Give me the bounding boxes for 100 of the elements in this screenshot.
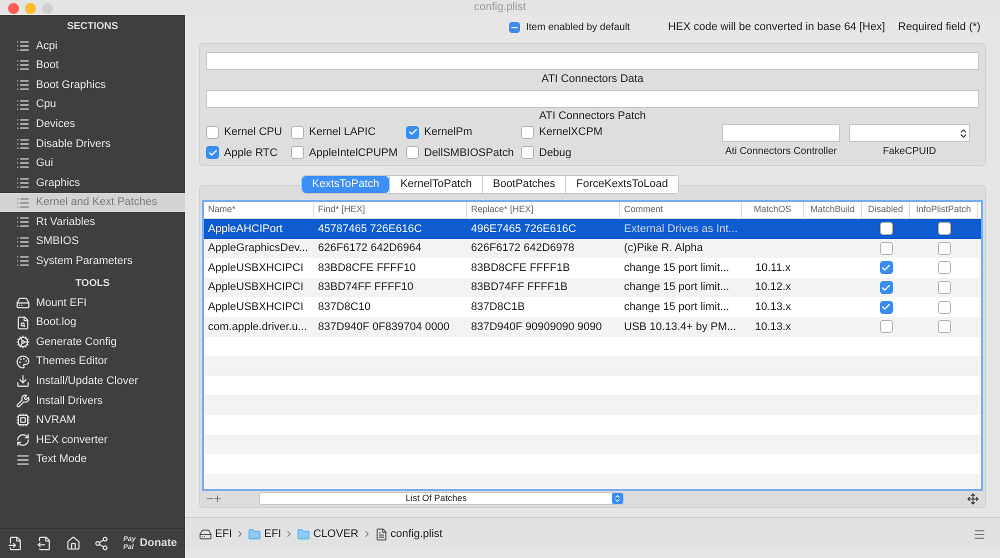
checkbox[interactable]	[521, 146, 534, 160]
required-note: Required field (*)	[898, 20, 981, 36]
sidebar-tool-item[interactable]: Generate Config	[0, 332, 185, 352]
sidebar-item[interactable]: SMBIOS	[0, 232, 185, 252]
table-cell: change 15 port limit...	[624, 281, 730, 294]
table-cell: 496E7465 726E616C	[471, 222, 576, 235]
import-icon[interactable]	[8, 536, 23, 551]
table-cell: change 15 port limit...	[624, 300, 730, 313]
sidebar-item[interactable]: Disable Drivers	[0, 134, 185, 154]
path-item[interactable]: CLOVER	[297, 526, 358, 542]
share-icon[interactable]	[94, 536, 110, 551]
list-icon	[16, 176, 30, 190]
list-icon	[16, 58, 30, 72]
checkbox[interactable]	[521, 126, 534, 139]
option-label: KernelXCPM	[539, 125, 603, 140]
table-cell: 83BD8CFE FFFF10	[318, 262, 416, 274]
ati-patch-field[interactable]	[206, 90, 979, 108]
folder-icon	[248, 528, 262, 540]
sidebar-tool-item[interactable]: Text Mode	[0, 450, 185, 470]
sidebar-item[interactable]: Gui	[0, 154, 185, 174]
checkbox[interactable]	[291, 126, 304, 139]
sidebar-item[interactable]: Devices	[0, 114, 185, 134]
sidebar-tool-item[interactable]: Themes Editor	[0, 352, 185, 372]
column-header[interactable]: Replace* [HEX]	[467, 202, 620, 218]
file-icon	[374, 528, 388, 540]
path-item[interactable]: EFI	[248, 526, 282, 542]
table-cell: com.apple.driver.u...	[208, 320, 308, 333]
column-header[interactable]: Comment	[620, 202, 742, 218]
list-icon	[16, 156, 30, 170]
checkbox[interactable]	[406, 126, 419, 139]
column-header[interactable]: MatchOS	[742, 202, 804, 218]
sidebar-item[interactable]: Rt Variables	[0, 212, 185, 232]
tools-icon	[16, 394, 30, 408]
info-plist-patch-checkbox[interactable]	[938, 320, 950, 334]
list-icon	[16, 98, 30, 112]
home-icon[interactable]	[66, 536, 80, 551]
table-cell: 45787465 726E616C	[318, 222, 422, 235]
sidebar-item[interactable]: Cpu	[0, 94, 185, 114]
sidebar-tool-item[interactable]: HEX converter	[0, 430, 185, 450]
option-label: Kernel LAPIC	[309, 125, 376, 140]
path-item[interactable]: EFI	[199, 526, 232, 542]
table-cell: 626F6172 642D6978	[471, 242, 574, 254]
ati-patch-label: ATI Connectors Patch	[538, 109, 647, 124]
fakecpuid-stepper-field[interactable]	[849, 124, 970, 142]
option-label: Debug	[539, 146, 572, 160]
list-icon	[16, 136, 30, 151]
zoom-window-button[interactable]	[42, 3, 53, 14]
sidebar-item[interactable]: Boot Graphics	[0, 75, 185, 95]
donate-link[interactable]: Donate	[140, 535, 177, 552]
table-row[interactable]: AppleAHCIPort 45787465 726E616C 496E7465 726E616C External Drives as Int...	[204, 219, 981, 239]
table-row[interactable]: AppleGraphicsDev... 626F6172 642D6964 626F6172 642D6978 (c)Pike R. Alpha	[204, 238, 981, 258]
list-select[interactable]: List Of Patches	[259, 492, 624, 505]
checkbox[interactable]	[206, 146, 219, 160]
table-cell: 837D8C10	[318, 300, 371, 313]
sidebar-tool-item[interactable]: Install/Update Clover	[0, 372, 185, 392]
table-cell: 10.13.x	[754, 300, 792, 313]
list-icon	[16, 215, 30, 230]
checkbox[interactable]	[406, 146, 419, 160]
info-plist-patch-checkbox[interactable]	[938, 242, 950, 255]
path-item[interactable]: config.plist	[374, 526, 442, 542]
ati-data-field[interactable]	[206, 52, 979, 70]
table-row[interactable]: com.apple.driver.u... 837D940F 0F839704 0000 837D940F 90909090 9090 USB 10.13.4+ by PM... 10.13.x	[204, 316, 981, 337]
table-cell: change 15 port limit...	[624, 262, 730, 274]
column-header[interactable]: InfoPlistPatch	[910, 202, 978, 218]
tab[interactable]: ForceKextsToLoad	[565, 176, 678, 193]
menu-icon[interactable]	[973, 528, 986, 540]
table-cell: 83BD8CFE FFFF1B	[471, 262, 570, 274]
option-label: AppleIntelCPUPM	[309, 146, 398, 160]
table-cell: 10.12.x	[754, 281, 792, 294]
column-header[interactable]: Name*	[204, 202, 314, 218]
select-arrows-icon	[613, 494, 622, 503]
ati-controller-label: Ati Connectors Controller	[725, 145, 837, 159]
checkbox[interactable]	[291, 146, 304, 160]
sidebar-tool-item[interactable]: Mount EFI	[0, 293, 185, 313]
close-window-button[interactable]	[8, 3, 19, 14]
checkbox[interactable]	[206, 126, 219, 139]
sidebar-item[interactable]: Graphics	[0, 173, 185, 193]
export-icon[interactable]	[36, 536, 52, 551]
sidebar-tool-item[interactable]: Install Drivers	[0, 391, 185, 411]
sidebar-tool-item[interactable]: NVRAM	[0, 410, 185, 430]
table-cell: AppleGraphicsDev...	[208, 242, 308, 254]
column-header[interactable]: Disabled	[862, 202, 910, 218]
sidebar-item[interactable]: Boot	[0, 56, 185, 76]
stepper-icon	[958, 128, 969, 138]
log-search-icon	[16, 316, 30, 330]
option-label: Kernel CPU	[224, 125, 282, 140]
hex-note: HEX code will be converted in base 64 [Hex]	[668, 20, 886, 36]
info-plist-patch-checkbox[interactable]	[938, 222, 950, 236]
enabled-default-label: Item enabled by default	[526, 21, 630, 35]
enabled-default-checkbox[interactable]	[509, 22, 520, 33]
minimize-window-button[interactable]	[25, 3, 36, 14]
column-header[interactable]: MatchBuild	[804, 202, 862, 218]
sidebar-item[interactable]: System Parameters	[0, 252, 185, 272]
table-cell: 837D940F 0F839704 0000	[318, 320, 450, 333]
sidebar-item[interactable]: Acpi	[0, 36, 185, 56]
ati-controller-field[interactable]	[722, 124, 840, 142]
sidebar-tool-item[interactable]: Boot.log	[0, 312, 185, 332]
column-header[interactable]: Find* [HEX]	[314, 202, 467, 218]
move-icon[interactable]	[967, 492, 979, 504]
list-icon	[16, 196, 30, 210]
